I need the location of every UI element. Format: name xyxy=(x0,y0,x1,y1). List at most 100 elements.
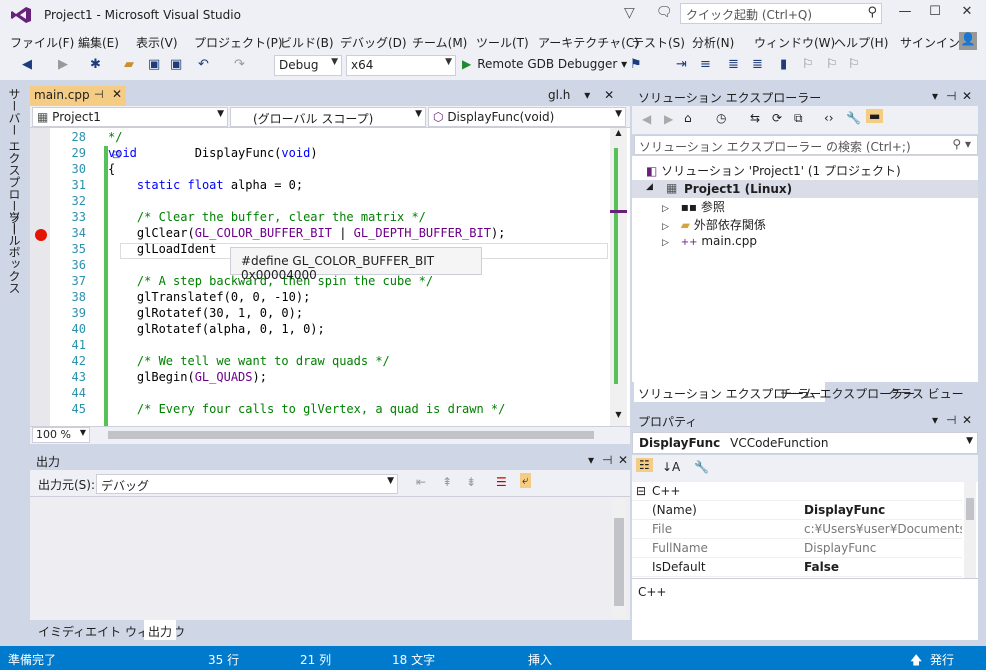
property-row[interactable]: File c:¥Users¥user¥Documents¥V xyxy=(632,520,962,539)
menu-view[interactable]: 表示(V) xyxy=(136,34,178,51)
code-line[interactable]: /* We tell we want to draw quads */ xyxy=(108,354,390,368)
menu-test[interactable]: テスト(S) xyxy=(632,34,685,51)
find-message-icon[interactable]: ⇤ xyxy=(416,475,426,489)
prev-bookmark-icon[interactable]: ⚐ xyxy=(802,57,814,72)
code-line[interactable]: glRotatef(30, 1, 0, 0); xyxy=(108,306,303,320)
tree-item-project[interactable]: ◢ ▦ Project1 (Linux) xyxy=(632,180,978,198)
menu-edit[interactable]: 編集(E) xyxy=(78,34,119,51)
uncomment-icon[interactable]: ≣ xyxy=(752,57,763,72)
next-message-icon[interactable]: ⇟ xyxy=(466,475,476,489)
editor-vertical-scrollbar[interactable]: ▲ ▼ xyxy=(610,128,627,426)
zoom-combo[interactable]: 100 % ▼ xyxy=(32,427,90,443)
property-category[interactable]: ⊟ C++ xyxy=(632,482,962,501)
code-line[interactable]: void DisplayFunc(void) xyxy=(108,146,318,160)
preview-icon[interactable]: ▬ xyxy=(866,109,884,123)
feedback-icon[interactable]: 🗨 xyxy=(656,5,673,20)
output-source-combo[interactable]: デバッグ ▼ xyxy=(96,474,398,494)
tab-output[interactable]: 出力 xyxy=(144,620,177,640)
minimize-button[interactable]: — xyxy=(890,4,920,24)
alphabetical-icon[interactable]: ↓A xyxy=(662,460,680,474)
code-line[interactable]: glRotatef(alpha, 0, 1, 0); xyxy=(108,322,325,336)
close-icon[interactable]: ✕ xyxy=(962,413,972,427)
prev-message-icon[interactable]: ⇞ xyxy=(442,475,452,489)
solution-search-input[interactable]: ソリューション エクスプローラー の検索 (Ctrl+;) ⚲ ▾ xyxy=(634,135,978,155)
close-button[interactable]: ✕ xyxy=(952,4,982,24)
tree-item-external-deps[interactable]: ▷ ▰ 外部依存関係 xyxy=(662,216,766,233)
code-line[interactable]: glLoadIdent xyxy=(108,242,216,256)
pin-icon[interactable]: ⊣ xyxy=(94,88,104,101)
property-row[interactable]: (Name) DisplayFunc xyxy=(632,501,962,520)
menu-architecture[interactable]: アーキテクチャ(C) xyxy=(538,34,639,51)
collapsed-arrow-icon[interactable]: ▷ xyxy=(662,222,669,232)
user-icon[interactable]: 👤 xyxy=(959,32,977,50)
dropdown-icon[interactable]: ▾ xyxy=(932,89,938,103)
code-line[interactable]: */ xyxy=(108,130,122,144)
menu-team[interactable]: チーム(M) xyxy=(412,34,467,51)
configuration-combo[interactable]: Debug ▼ xyxy=(274,55,342,76)
toolbox-tab[interactable]: ツールボックス xyxy=(6,210,23,294)
output-text-area[interactable] xyxy=(30,496,630,620)
code-line[interactable]: glClear(GL_COLOR_BUFFER_BIT | GL_DEPTH_B… xyxy=(108,226,506,240)
menu-file[interactable]: ファイル(F) xyxy=(10,34,74,51)
collapsed-arrow-icon[interactable]: ▷ xyxy=(662,238,669,248)
view-code-icon[interactable]: ‹› xyxy=(824,111,834,125)
breakpoint-icon[interactable] xyxy=(35,229,47,241)
pin-icon[interactable]: ⊣ xyxy=(602,453,612,467)
save-icon[interactable]: ▣ xyxy=(148,57,160,72)
properties-object-combo[interactable]: DisplayFunc VCCodeFunction ▼ xyxy=(632,432,978,454)
categorized-icon[interactable]: ☷ xyxy=(636,458,653,472)
property-scrollbar[interactable] xyxy=(964,482,976,578)
code-line[interactable]: /* Every four calls to glVertex, a quad … xyxy=(108,402,505,416)
close-icon[interactable]: ✕ xyxy=(962,89,972,103)
save-all-icon[interactable]: ▣ xyxy=(170,57,182,72)
pin-icon[interactable]: ⊣ xyxy=(946,89,956,103)
find-icon[interactable]: ⚑ xyxy=(630,57,642,72)
notifications-filter-icon[interactable]: ▽ xyxy=(624,5,635,21)
publish-icon[interactable]: 🡅 xyxy=(910,651,922,670)
collapsed-arrow-icon[interactable]: ▷ xyxy=(662,204,669,214)
step-icon[interactable]: ⇥ xyxy=(676,57,687,72)
property-row[interactable]: FullName DisplayFunc xyxy=(632,539,962,558)
horizontal-scroll-thumb[interactable] xyxy=(108,431,594,439)
tab-main-cpp[interactable]: main.cpp ⊣ ✕ xyxy=(30,86,126,106)
redo-icon[interactable]: ↷ xyxy=(234,57,245,72)
start-debugger-button[interactable]: ▶ Remote GDB Debugger ▾ xyxy=(462,57,627,71)
tree-item-solution[interactable]: ◧ ソリューション 'Project1' (1 プロジェクト) xyxy=(646,162,901,179)
history-icon[interactable]: ◷ xyxy=(716,111,726,125)
code-text[interactable]: */ void DisplayFunc(void) { static float a… xyxy=(108,128,608,426)
property-pages-icon[interactable]: 🔧 xyxy=(694,460,709,474)
sync-icon[interactable]: ⇆ xyxy=(750,111,760,125)
forward-icon[interactable]: ▶ xyxy=(664,112,673,126)
dropdown-icon[interactable]: ▾ xyxy=(932,413,938,427)
collapse-all-icon[interactable]: ⧉ xyxy=(794,111,803,126)
home-icon[interactable]: ⌂ xyxy=(684,111,692,125)
tab-class-view[interactable]: クラス ビュー xyxy=(884,382,968,402)
collapse-icon[interactable]: ⊟ xyxy=(636,484,646,498)
menu-debug[interactable]: デバッグ(D) xyxy=(340,34,407,51)
menu-tools[interactable]: ツール(T) xyxy=(476,34,529,51)
property-scroll-thumb[interactable] xyxy=(966,498,974,520)
close-icon[interactable]: ✕ xyxy=(112,87,122,101)
word-wrap-icon[interactable]: ⤶ xyxy=(520,473,531,488)
dropdown-icon[interactable]: ▾ xyxy=(584,88,590,102)
close-icon[interactable]: ✕ xyxy=(618,453,628,467)
close-icon[interactable]: ✕ xyxy=(604,88,614,102)
back-icon[interactable]: ◀ xyxy=(642,112,651,126)
next-bookmark-icon[interactable]: ⚐ xyxy=(826,57,838,72)
tree-item-main-cpp[interactable]: ▷ ++ main.cpp xyxy=(662,234,757,248)
code-line[interactable]: /* Clear the buffer, clear the matrix */ xyxy=(108,210,426,224)
tab-gl-h[interactable]: gl.h xyxy=(548,88,570,102)
code-line[interactable]: static float alpha = 0; xyxy=(108,178,303,192)
refresh-icon[interactable]: ⟳ xyxy=(772,111,782,125)
tree-item-references[interactable]: ▷ ▪▪ 参照 xyxy=(662,198,725,215)
publish-button[interactable]: 発行 xyxy=(930,651,954,668)
comment-icon[interactable]: ≣ xyxy=(728,57,739,72)
quick-launch-input[interactable]: クイック起動 (Ctrl+Q) ⚲ xyxy=(680,3,882,24)
breakpoint-gutter[interactable] xyxy=(30,128,50,426)
undo-icon[interactable]: ↶ xyxy=(198,57,209,72)
dropdown-icon[interactable]: ▾ xyxy=(588,453,594,467)
bookmark-icon[interactable]: ▮ xyxy=(780,57,787,72)
properties-icon[interactable]: 🔧 xyxy=(846,111,861,125)
platform-combo[interactable]: x64 ▼ xyxy=(346,55,456,76)
code-line[interactable]: glTranslatef(0, 0, -10); xyxy=(108,290,310,304)
